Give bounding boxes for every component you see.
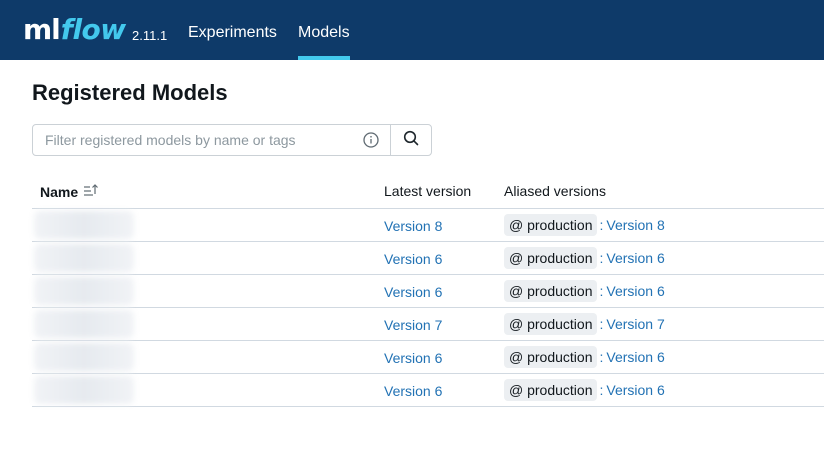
model-name-redacted[interactable] [34, 244, 134, 272]
logo-ml-text: ml [23, 13, 61, 46]
alias-cell: @ production : Version 8 [504, 214, 665, 236]
alias-separator: : [599, 316, 604, 332]
nav-experiments[interactable]: Experiments [188, 0, 277, 60]
alias-separator: : [599, 382, 604, 398]
model-name-redacted[interactable] [34, 277, 134, 305]
alias-version-link[interactable]: Version 8 [606, 217, 664, 233]
alias-cell: @ production : Version 6 [504, 346, 665, 368]
alias-tag: @ production [504, 346, 598, 368]
column-header-aliased-versions: Aliased versions [504, 183, 606, 199]
table-row[interactable]: Version 6 @ production : Version 6 [32, 275, 824, 308]
model-name-redacted[interactable] [34, 211, 134, 239]
column-header-latest-version: Latest version [384, 183, 472, 199]
info-icon[interactable] [363, 132, 379, 148]
search-icon [403, 130, 419, 151]
latest-version-link[interactable]: Version 6 [384, 350, 442, 366]
alias-version-link[interactable]: Version 6 [606, 250, 664, 266]
nav-models[interactable]: Models [298, 0, 350, 60]
latest-version-link[interactable]: Version 6 [384, 383, 442, 399]
model-name-redacted[interactable] [34, 343, 134, 371]
alias-version-link[interactable]: Version 6 [606, 382, 664, 398]
search-bar [32, 124, 432, 156]
column-header-name[interactable]: Name [40, 183, 99, 200]
table-row[interactable]: Version 6 @ production : Version 6 [32, 341, 824, 374]
version-label: 2.11.1 [132, 28, 168, 43]
alias-tag: @ production [504, 280, 598, 302]
alias-tag: @ production [504, 214, 598, 236]
registered-models-table: Name Latest version Aliased versions Ver… [32, 172, 824, 407]
sort-ascending-icon[interactable] [83, 183, 99, 200]
search-input[interactable] [33, 125, 390, 155]
alias-tag: @ production [504, 379, 598, 401]
alias-version-link[interactable]: Version 6 [606, 349, 664, 365]
mlflow-logo[interactable]: ml flow [23, 12, 126, 48]
table-row[interactable]: Version 7 @ production : Version 7 [32, 308, 824, 341]
alias-separator: : [599, 283, 604, 299]
search-button[interactable] [390, 125, 431, 155]
alias-cell: @ production : Version 6 [504, 280, 665, 302]
alias-version-link[interactable]: Version 6 [606, 283, 664, 299]
latest-version-link[interactable]: Version 7 [384, 317, 442, 333]
alias-cell: @ production : Version 6 [504, 247, 665, 269]
model-name-redacted[interactable] [34, 376, 134, 404]
latest-version-link[interactable]: Version 6 [384, 251, 442, 267]
model-name-redacted[interactable] [34, 310, 134, 338]
logo-flow-text: flow [60, 13, 126, 46]
page-title: Registered Models [32, 80, 228, 105]
table-row[interactable]: Version 6 @ production : Version 6 [32, 374, 824, 407]
alias-tag: @ production [504, 313, 598, 335]
latest-version-link[interactable]: Version 8 [384, 218, 442, 234]
alias-cell: @ production : Version 7 [504, 313, 665, 335]
alias-tag: @ production [504, 247, 598, 269]
alias-version-link[interactable]: Version 7 [606, 316, 664, 332]
table-header: Name Latest version Aliased versions [32, 172, 824, 209]
alias-separator: : [599, 250, 604, 266]
top-nav-bar: ml flow 2.11.1 Experiments Models [0, 0, 824, 60]
latest-version-link[interactable]: Version 6 [384, 284, 442, 300]
alias-separator: : [599, 217, 604, 233]
table-row[interactable]: Version 8 @ production : Version 8 [32, 209, 824, 242]
alias-separator: : [599, 349, 604, 365]
alias-cell: @ production : Version 6 [504, 379, 665, 401]
column-header-name-label: Name [40, 183, 79, 200]
table-row[interactable]: Version 6 @ production : Version 6 [32, 242, 824, 275]
